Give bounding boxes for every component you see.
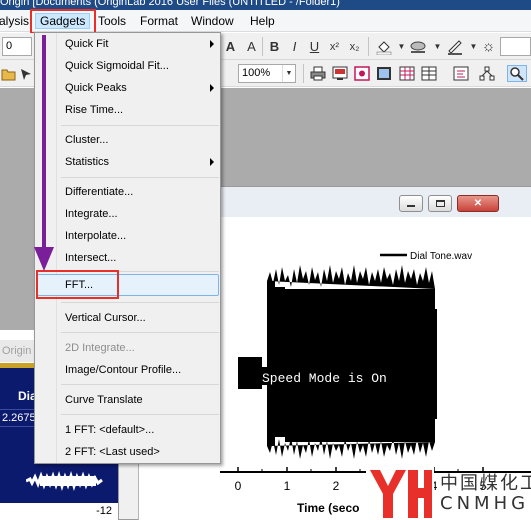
zoom-value: 100%: [242, 67, 271, 79]
x-tick-label: 2: [333, 479, 340, 493]
menu-item-recent-fft-default[interactable]: 1 FFT: <default>...: [65, 421, 154, 439]
print-icon[interactable]: [309, 65, 326, 82]
menu-item-recent-fft-last-used[interactable]: 2 FFT: <Last used>: [65, 443, 160, 461]
toolbar-separator: [303, 64, 304, 83]
menu-item-differentiate[interactable]: Differentiate...: [65, 183, 133, 201]
close-icon: ✕: [473, 198, 483, 209]
dropdown-arrow-icon[interactable]: ▼: [393, 38, 410, 55]
x-axis-title: Time (seco: [297, 501, 359, 515]
menu-item-2d-integrate[interactable]: 2D Integrate...: [65, 339, 135, 357]
font-size-down-icon[interactable]: A: [243, 38, 260, 55]
toolbar-separator: [262, 37, 263, 56]
speed-mode-text: Speed Mode is On: [262, 371, 387, 386]
brightness-icon[interactable]: ☼: [480, 38, 497, 55]
close-button[interactable]: ✕: [457, 195, 499, 212]
menu-separator: [61, 414, 219, 415]
submenu-arrow-icon: [210, 40, 214, 48]
open-folder-icon[interactable]: [0, 65, 17, 82]
font-size-value: 0: [6, 40, 13, 52]
movie-icon[interactable]: [375, 65, 392, 82]
pattern-icon[interactable]: [410, 38, 427, 55]
submenu-arrow-icon: [210, 158, 214, 166]
app-title: Origin [Documents (OriginLab 2016 User F…: [0, 0, 340, 8]
bold-icon[interactable]: B: [266, 38, 283, 55]
minimize-button[interactable]: [399, 195, 423, 212]
tree-icon[interactable]: [478, 65, 495, 82]
zoom-icon[interactable]: [507, 65, 527, 82]
menu-item-statistics[interactable]: Statistics: [65, 153, 109, 171]
menu-item-interpolate[interactable]: Interpolate...: [65, 227, 126, 245]
gadgets-menu: Quick Fit Quick Sigmoidal Fit... Quick P…: [34, 32, 221, 464]
legend-label: Dial Tone.wav: [410, 251, 472, 262]
watermark: 中国煤化工 CNMHG: [366, 466, 531, 520]
menu-separator: [61, 177, 219, 178]
arrow-tool-icon[interactable]: [17, 65, 34, 82]
menu-item-rise-time[interactable]: Rise Time...: [65, 101, 123, 119]
menu-item-integrate[interactable]: Integrate...: [65, 205, 118, 223]
menu-tools[interactable]: Tools: [98, 13, 126, 29]
menu-item-image-contour-profile[interactable]: Image/Contour Profile...: [65, 361, 181, 379]
menu-item-quick-peaks[interactable]: Quick Peaks: [65, 79, 127, 97]
menu-analysis[interactable]: alysis: [0, 13, 29, 29]
menu-item-cluster[interactable]: Cluster...: [65, 131, 108, 149]
superscript-icon[interactable]: x²: [326, 38, 343, 55]
watermark-logo-icon: [366, 466, 434, 520]
toolbar-separator: [368, 37, 369, 56]
font-size-up-icon[interactable]: A: [222, 38, 239, 55]
grid-icon[interactable]: [398, 65, 415, 82]
watermark-english-text: CNMHG: [440, 493, 530, 514]
italic-icon[interactable]: I: [286, 38, 303, 55]
chevron-down-icon: ▼: [282, 65, 295, 82]
menu-separator: [61, 125, 219, 126]
x-tick-label: 1: [284, 479, 291, 493]
menu-window[interactable]: Window: [191, 13, 234, 29]
menu-separator: [61, 302, 219, 303]
sparkline-waveform: [26, 471, 103, 491]
export-icon[interactable]: [331, 65, 348, 82]
color-combo[interactable]: [500, 37, 531, 56]
menu-item-quick-sigmoidal-fit[interactable]: Quick Sigmoidal Fit...: [65, 57, 169, 75]
footer-value: -12: [96, 505, 112, 517]
maximize-icon: [435, 200, 445, 207]
layer-icon[interactable]: [353, 65, 370, 82]
table-icon[interactable]: [420, 65, 437, 82]
menu-help[interactable]: Help: [250, 13, 275, 29]
menu-gadgets[interactable]: Gadgets: [35, 13, 91, 29]
dropdown-arrow-icon[interactable]: ▼: [429, 38, 446, 55]
font-size-combo[interactable]: 0: [2, 37, 32, 56]
menu-item-vertical-cursor[interactable]: Vertical Cursor...: [65, 309, 146, 327]
fill-color-icon[interactable]: [375, 38, 392, 55]
x-tick-label: 0: [235, 479, 242, 493]
menu-item-fft[interactable]: FFT...: [65, 276, 93, 294]
menu-separator: [61, 332, 219, 333]
line-color-icon[interactable]: [446, 38, 463, 55]
zoom-combo[interactable]: 100% ▼: [238, 64, 296, 83]
menu-bar: alysis Gadgets Tools Format Window Help: [0, 10, 531, 32]
watermark-chinese-text: 中国煤化工: [440, 473, 531, 494]
menu-separator: [61, 384, 219, 385]
menu-format[interactable]: Format: [140, 13, 178, 29]
menu-item-curve-translate[interactable]: Curve Translate: [65, 391, 143, 409]
submenu-arrow-icon: [210, 84, 214, 92]
app-title-bar: Origin [Documents (OriginLab 2016 User F…: [0, 0, 531, 10]
menu-separator: [61, 271, 219, 272]
underline-icon[interactable]: U: [306, 38, 323, 55]
wrap-icon[interactable]: [452, 65, 469, 82]
subscript-icon[interactable]: x₂: [346, 38, 363, 55]
maximize-button[interactable]: [428, 195, 452, 212]
menu-item-quick-fit[interactable]: Quick Fit: [65, 35, 215, 53]
menu-icon-gutter: [35, 33, 57, 463]
cell-value: 2.2675: [2, 412, 36, 424]
workbook-footer: -12: [0, 503, 118, 520]
menu-item-intersect[interactable]: Intersect...: [65, 249, 116, 267]
minimize-icon: [407, 205, 415, 207]
waveform-series: [238, 265, 437, 459]
